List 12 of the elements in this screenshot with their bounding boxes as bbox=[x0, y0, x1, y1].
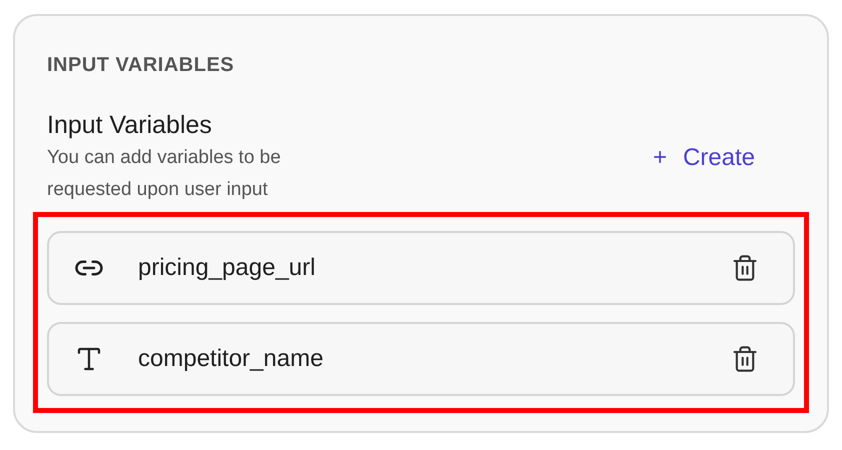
delete-button[interactable] bbox=[731, 345, 759, 373]
variable-row[interactable]: pricing_page_url bbox=[47, 231, 795, 305]
section-description: You can add variables to be requested upon user input bbox=[47, 146, 282, 202]
trash-icon bbox=[731, 345, 759, 373]
section-title: Input Variables bbox=[47, 110, 213, 140]
variable-row[interactable]: competitor_name bbox=[47, 322, 795, 396]
create-button[interactable]: + Create bbox=[652, 140, 755, 176]
trash-icon bbox=[731, 254, 759, 282]
delete-button[interactable] bbox=[731, 254, 759, 282]
variable-name: competitor_name bbox=[138, 344, 324, 374]
variable-name: pricing_page_url bbox=[138, 253, 316, 283]
section-label: INPUT VARIABLES bbox=[47, 53, 236, 78]
